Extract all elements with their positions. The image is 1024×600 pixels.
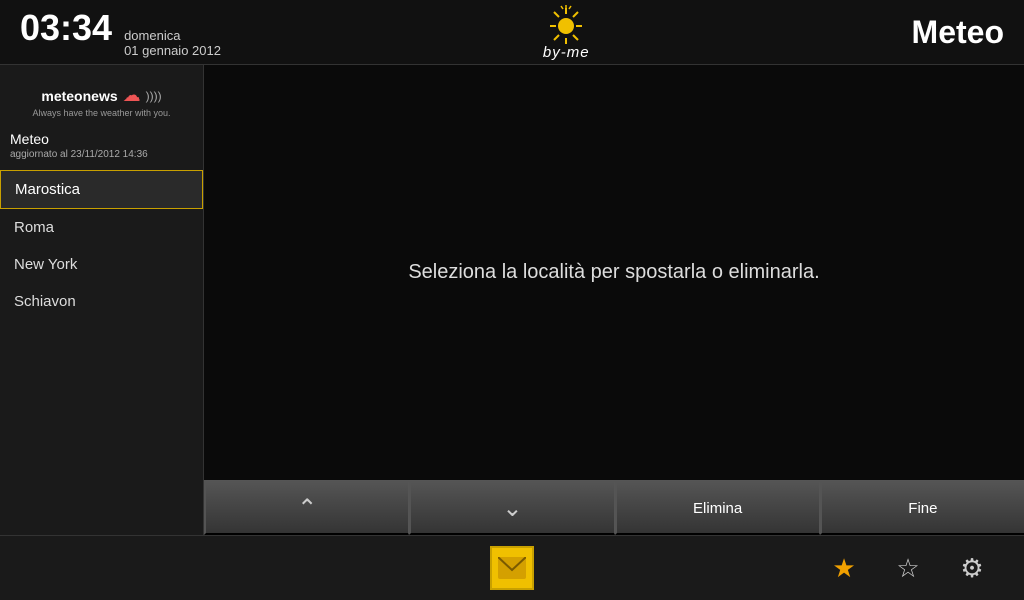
settings-button[interactable]: ⚙ <box>950 546 994 590</box>
meteonews-brand: meteonews ☁ )))) <box>41 85 161 106</box>
sidebar-section-label: Meteo <box>0 123 203 149</box>
bottom-nav: ★ ☆ ⚙ <box>0 535 1024 600</box>
date-label: 01 gennaio 2012 <box>124 43 221 58</box>
sun-icon <box>546 4 586 44</box>
chevron-down-icon: ⌄ <box>502 494 522 523</box>
bottom-nav-center <box>490 546 534 590</box>
star-outline-icon: ☆ <box>896 553 919 584</box>
date-section: domenica 01 gennaio 2012 <box>124 28 221 58</box>
clock: 03:34 <box>20 7 112 49</box>
top-bar: 03:34 domenica 01 gennaio 2012 by-me Met… <box>0 0 1024 65</box>
cloud-icon: ☁ <box>123 85 141 106</box>
sidebar-updated: aggiornato al 23/11/2012 14:36 <box>0 149 203 170</box>
gear-icon: ⚙ <box>960 553 983 584</box>
star-filled-icon: ★ <box>832 553 855 584</box>
move-down-button[interactable]: ⌄ <box>409 481 614 535</box>
location-item-new-york[interactable]: New York <box>0 246 203 283</box>
day-label: domenica <box>124 28 221 43</box>
envelope-svg <box>498 557 526 579</box>
home-button[interactable] <box>490 546 534 590</box>
content-area: Seleziona la località per spostarla o el… <box>204 65 1024 535</box>
clock-section: 03:34 domenica 01 gennaio 2012 <box>20 7 221 58</box>
instruction-text: Seleziona la località per spostarla o el… <box>408 261 819 284</box>
delete-button[interactable]: Elimina <box>615 481 820 535</box>
meteonews-tagline: Always have the weather with you. <box>32 108 170 118</box>
sidebar-logo: meteonews ☁ )))) Always have the weather… <box>0 75 203 123</box>
envelope-icon <box>490 546 534 590</box>
sidebar: meteonews ☁ )))) Always have the weather… <box>0 65 204 535</box>
location-item-roma[interactable]: Roma <box>0 209 203 246</box>
locations-list: MarosticaRomaNew YorkSchiavon <box>0 170 203 320</box>
location-item-schiavon[interactable]: Schiavon <box>0 283 203 320</box>
chevron-up-icon: ⌃ <box>297 494 317 523</box>
action-bar: ⌃ ⌄ Elimina Fine <box>204 480 1024 535</box>
location-item-marostica[interactable]: Marostica <box>0 170 203 209</box>
done-button[interactable]: Fine <box>820 481 1024 535</box>
page-title: Meteo <box>912 14 1004 51</box>
byme-text: by-me <box>543 44 590 61</box>
signal-icon: )))) <box>146 89 162 103</box>
move-up-button[interactable]: ⌃ <box>204 481 409 535</box>
instruction-area: Seleziona la località per spostarla o el… <box>204 65 1024 480</box>
meteonews-text: meteonews <box>41 88 117 104</box>
favorites-button[interactable]: ★ <box>822 546 866 590</box>
main-layout: meteonews ☁ )))) Always have the weather… <box>0 65 1024 535</box>
byme-logo-container: by-me <box>543 4 590 61</box>
bookmarks-button[interactable]: ☆ <box>886 546 930 590</box>
